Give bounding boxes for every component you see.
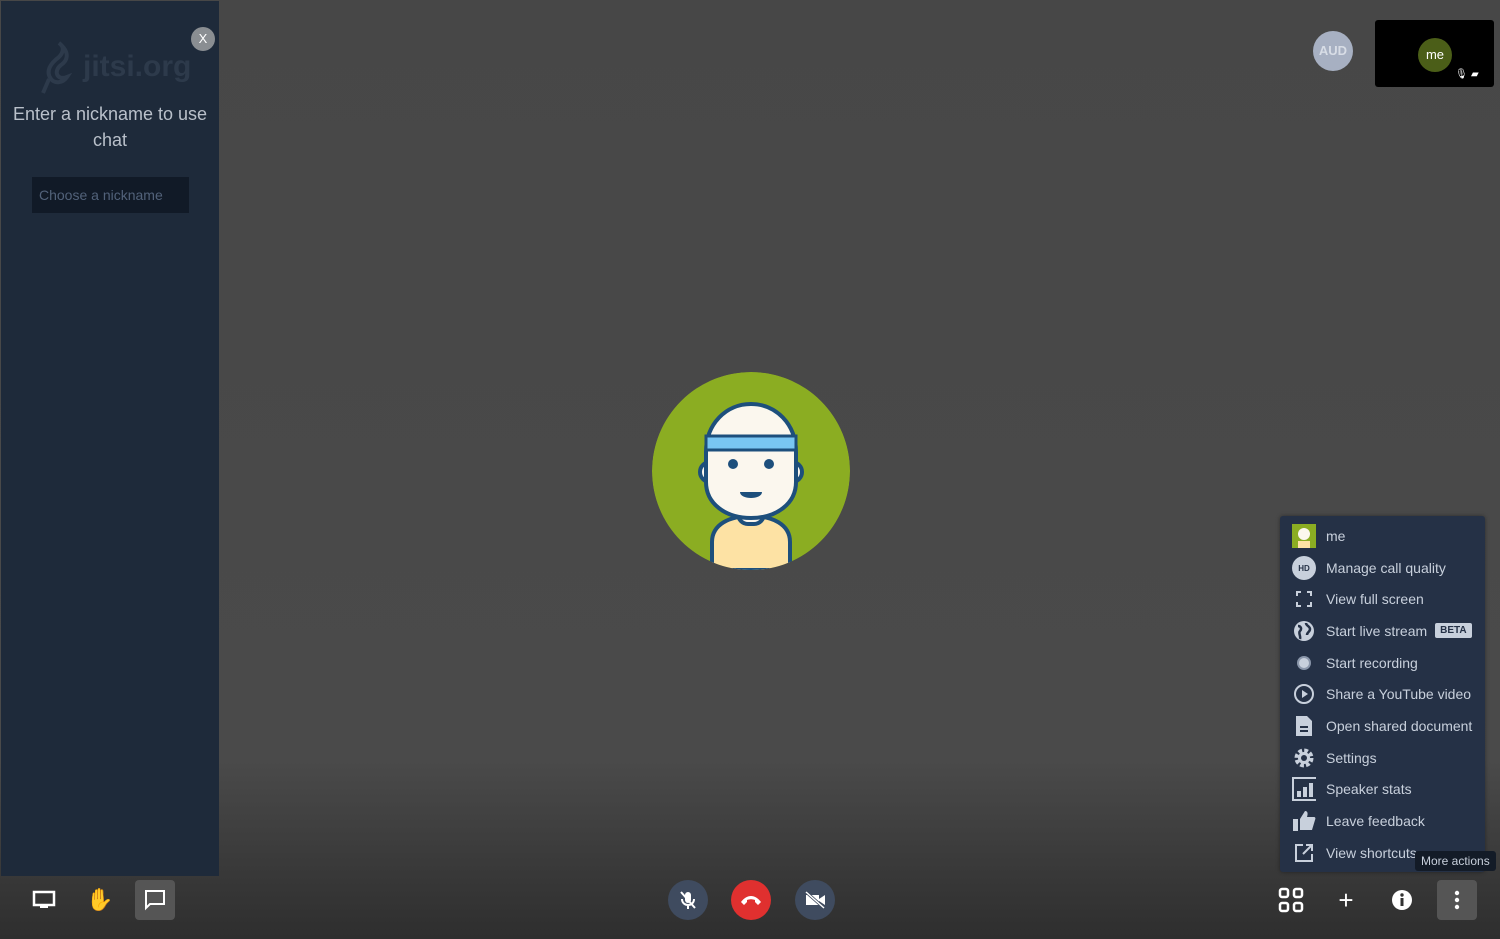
jitsi-logo: jitsi.org — [39, 39, 191, 95]
chat-button[interactable] — [135, 880, 175, 920]
logo-text: jitsi.org — [83, 50, 192, 83]
hangup-button[interactable] — [731, 880, 771, 920]
local-avatar: me — [1418, 38, 1452, 72]
close-chat-button[interactable]: X — [191, 27, 215, 51]
participant-avatar — [652, 372, 850, 570]
menu-item-label: Share a YouTube video — [1326, 686, 1472, 703]
nickname-input[interactable] — [32, 177, 189, 213]
globe-icon — [1292, 619, 1316, 643]
gear-icon — [1292, 746, 1316, 770]
menu-item-label: View shortcuts — [1326, 844, 1417, 861]
hd-icon: HD — [1292, 555, 1316, 580]
menu-item-label: Open shared document — [1326, 717, 1473, 734]
menu-item-label: Speaker stats — [1326, 781, 1412, 798]
more-actions-menu: me HD Manage call quality View full screen S… — [1280, 516, 1485, 872]
beta-badge: BETA — [1435, 623, 1472, 639]
menu-item-label: View full screen — [1326, 591, 1424, 608]
menu-item-open-shared-document[interactable]: Open shared document — [1280, 710, 1485, 742]
menu-item-share-a-youtube-video[interactable]: Share a YouTube video — [1280, 678, 1485, 710]
more-actions-tooltip: More actions — [1415, 851, 1496, 871]
menu-item-leave-feedback[interactable]: Leave feedback — [1280, 805, 1485, 837]
thumbs-up-icon — [1292, 809, 1316, 833]
mute-camera-button[interactable] — [795, 880, 835, 920]
menu-item-label: me — [1326, 527, 1346, 544]
play-icon — [1292, 682, 1316, 706]
chat-icon — [145, 890, 165, 911]
menu-item-label: Start recording — [1326, 654, 1418, 671]
tile-view-button[interactable] — [1271, 880, 1311, 920]
grid-icon — [1278, 887, 1304, 913]
menu-item-start-recording[interactable]: Start recording — [1280, 647, 1485, 679]
raise-hand-button[interactable]: ✋ — [80, 880, 120, 920]
more-actions-button[interactable] — [1437, 880, 1477, 920]
plus-icon: + — [1338, 884, 1354, 915]
share-screen-button[interactable] — [24, 880, 64, 920]
audio-only-indicator[interactable]: AUD — [1313, 31, 1353, 71]
menu-item-label: Leave feedback — [1326, 813, 1425, 830]
mute-mic-button[interactable] — [668, 880, 708, 920]
invite-button[interactable]: + — [1326, 880, 1366, 920]
menu-item-label: Start live stream — [1326, 622, 1428, 639]
menu-item-start-live-stream[interactable]: Start live stream BETA — [1280, 615, 1485, 647]
document-icon — [1292, 714, 1316, 738]
menu-item-settings[interactable]: Settings — [1280, 742, 1485, 774]
menu-item-me[interactable]: me — [1280, 520, 1485, 552]
hand-icon: ✋ — [86, 887, 114, 912]
mic-muted-icon: 🎙 — [1455, 69, 1468, 80]
avatar-icon — [1292, 523, 1316, 548]
hangup-icon — [741, 896, 761, 905]
camera-muted-icon: ▰ — [1471, 69, 1479, 80]
info-icon — [1392, 890, 1412, 910]
local-video-thumbnail[interactable]: me 🎙 ▰ — [1375, 20, 1494, 87]
mic-muted-icon — [680, 891, 696, 909]
camera-muted-icon — [805, 891, 825, 909]
fullscreen-icon — [1292, 587, 1316, 611]
external-link-icon — [1292, 841, 1316, 865]
menu-item-label: Settings — [1326, 749, 1377, 766]
record-icon — [1292, 651, 1316, 675]
toolbar: ✋ + — [0, 876, 1500, 939]
more-vertical-icon — [1454, 890, 1460, 910]
stats-icon — [1292, 777, 1316, 802]
chat-panel: X jitsi.org Enter a nickname to use chat — [1, 1, 219, 876]
menu-item-speaker-stats[interactable]: Speaker stats — [1280, 774, 1485, 806]
menu-item-manage-call-quality[interactable]: HD Manage call quality — [1280, 552, 1485, 584]
menu-item-label: Manage call quality — [1326, 559, 1446, 576]
screen-icon — [32, 890, 56, 908]
info-button[interactable] — [1382, 880, 1422, 920]
menu-item-view-full-screen[interactable]: View full screen — [1280, 583, 1485, 615]
nickname-prompt: Enter a nickname to use chat — [12, 104, 208, 150]
svg-text:HD: HD — [1298, 564, 1310, 573]
